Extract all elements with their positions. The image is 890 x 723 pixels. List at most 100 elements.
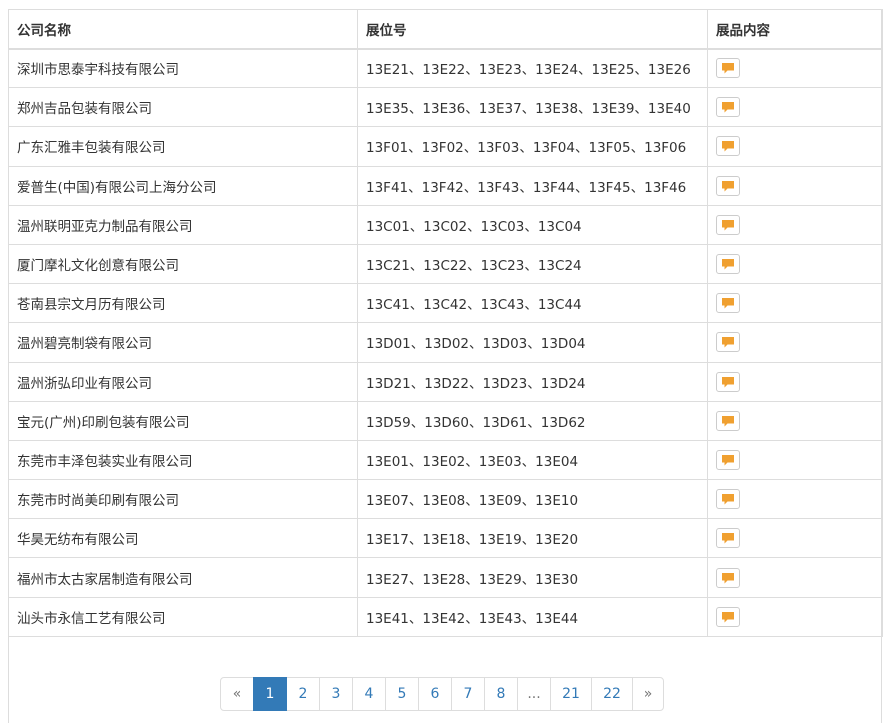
comment-icon [722, 298, 734, 309]
booth-number-cell: 13E17、13E18、13E19、13E20 [357, 518, 708, 559]
comment-icon [722, 533, 734, 544]
company-name-cell: 温州浙弘印业有限公司 [8, 361, 358, 402]
comment-icon [722, 376, 734, 388]
pagination-page-2[interactable]: 2 [286, 677, 320, 711]
table-row: 东莞市丰泽包装实业有限公司 13E01、13E02、13E03、13E04 [8, 439, 883, 481]
company-name-cell: 深圳市思泰宇科技有限公司 [8, 47, 358, 89]
view-products-button[interactable] [716, 528, 740, 549]
view-products-button[interactable] [716, 332, 740, 353]
products-cell [707, 361, 883, 402]
table-row: 温州联明亚克力制品有限公司 13C01、13C02、13C03、13C04 [8, 204, 883, 245]
table-row: 温州浙弘印业有限公司 13D21、13D22、13D23、13D24 [8, 361, 883, 402]
view-products-button[interactable] [716, 136, 740, 157]
products-cell [707, 87, 883, 128]
comment-icon [722, 337, 734, 348]
products-cell [707, 322, 883, 363]
comment-icon [722, 219, 734, 231]
view-products-button[interactable] [716, 175, 740, 196]
company-name-cell: 温州联明亚克力制品有限公司 [8, 204, 358, 245]
comment-icon [722, 180, 734, 192]
booth-number-cell: 13E07、13E08、13E09、13E10 [357, 479, 708, 520]
view-products-button[interactable] [716, 214, 740, 235]
table-row: 广东汇雅丰包装有限公司 13F01、13F02、13F03、13F04、13F05… [8, 126, 883, 167]
company-name-cell: 福州市太古家居制造有限公司 [8, 557, 358, 598]
view-products-button[interactable] [716, 58, 740, 79]
booth-number-cell: 13C01、13C02、13C03、13C04 [357, 204, 708, 245]
booth-number-cell: 13D21、13D22、13D23、13D24 [357, 361, 708, 402]
booth-number-cell: 13F01、13F02、13F03、13F04、13F05、13F06 [357, 126, 708, 167]
booth-number-cell: 13C41、13C42、13C43、13C44 [357, 283, 708, 324]
products-cell [707, 165, 883, 206]
comment-icon [722, 415, 734, 427]
products-cell [707, 518, 883, 559]
comment-icon [722, 102, 734, 113]
view-products-button[interactable] [716, 293, 740, 314]
comment-icon [722, 454, 734, 466]
table-body: 深圳市思泰宇科技有限公司 13E21、13E22、13E23、13E24、13E2… [8, 47, 883, 637]
booth-number-cell: 13D01、13D02、13D03、13D04 [357, 322, 708, 363]
view-products-button[interactable] [716, 606, 740, 627]
booth-number-cell: 13C21、13C22、13C23、13C24 [357, 243, 708, 285]
products-cell [707, 243, 883, 285]
pagination-page-6[interactable]: 6 [418, 677, 452, 711]
view-products-button[interactable] [716, 410, 740, 431]
table-row: 爱普生(中国)有限公司上海分公司 13F41、13F42、13F43、13F44、… [8, 165, 883, 206]
view-products-button[interactable] [716, 489, 740, 510]
table-row: 厦门摩礼文化创意有限公司 13C21、13C22、13C23、13C24 [8, 243, 883, 285]
table-row: 苍南县宗文月历有限公司 13C41、13C42、13C43、13C44 [8, 283, 883, 324]
comment-icon [722, 259, 734, 270]
booth-number-cell: 13E21、13E22、13E23、13E24、13E25、13E26 [357, 47, 708, 89]
pagination-ellipsis: ... [517, 677, 551, 711]
products-cell [707, 126, 883, 167]
company-name-cell: 温州碧亮制袋有限公司 [8, 322, 358, 363]
pagination-page-1[interactable]: 1 [253, 677, 287, 711]
view-products-button[interactable] [716, 567, 740, 588]
products-cell [707, 557, 883, 598]
pagination-page-21[interactable]: 21 [550, 677, 592, 711]
pagination-next[interactable]: » [632, 677, 664, 711]
comment-icon [722, 611, 734, 623]
company-name-cell: 东莞市丰泽包装实业有限公司 [8, 439, 358, 481]
pagination-page-8[interactable]: 8 [484, 677, 518, 711]
products-column-header: 展品内容 [707, 9, 883, 50]
company-name-cell: 华昊无纺布有限公司 [8, 518, 358, 559]
company-name-cell: 爱普生(中国)有限公司上海分公司 [8, 165, 358, 206]
table-row: 东莞市时尚美印刷有限公司 13E07、13E08、13E09、13E10 [8, 479, 883, 520]
header-row: 公司名称 展位号 展品内容 [8, 9, 883, 50]
table-row: 温州碧亮制袋有限公司 13D01、13D02、13D03、13D04 [8, 322, 883, 363]
products-cell [707, 283, 883, 324]
booth-number-cell: 13E27、13E28、13E29、13E30 [357, 557, 708, 598]
pagination-prev[interactable]: « [220, 677, 254, 711]
pagination-page-4[interactable]: 4 [352, 677, 386, 711]
exhibitor-panel: 公司名称 展位号 展品内容 深圳市思泰宇科技有限公司 13E21、13E22、13… [8, 9, 883, 723]
view-products-button[interactable] [716, 371, 740, 392]
pagination-page-5[interactable]: 5 [385, 677, 419, 711]
pagination-page-7[interactable]: 7 [451, 677, 485, 711]
view-products-button[interactable] [716, 254, 740, 275]
pagination: «1 2 3 4 5 6 7 8... 21 22» [220, 677, 664, 711]
products-cell [707, 439, 883, 481]
table-row: 郑州吉品包装有限公司 13E35、13E36、13E37、13E38、13E39、… [8, 87, 883, 128]
company-column-header: 公司名称 [8, 9, 358, 50]
pagination-page-3[interactable]: 3 [319, 677, 353, 711]
company-name-cell: 厦门摩礼文化创意有限公司 [8, 243, 358, 285]
pagination-page-22[interactable]: 22 [591, 677, 633, 711]
table-row: 华昊无纺布有限公司 13E17、13E18、13E19、13E20 [8, 518, 883, 559]
table-row: 宝元(广州)印刷包装有限公司 13D59、13D60、13D61、13D62 [8, 400, 883, 441]
products-cell [707, 596, 883, 637]
exhibitor-table: 公司名称 展位号 展品内容 深圳市思泰宇科技有限公司 13E21、13E22、13… [8, 9, 883, 637]
view-products-button[interactable] [716, 449, 740, 470]
booth-number-cell: 13E35、13E36、13E37、13E38、13E39、13E40 [357, 87, 708, 128]
comment-icon [722, 494, 734, 505]
company-name-cell: 宝元(广州)印刷包装有限公司 [8, 400, 358, 441]
table-row: 汕头市永信工艺有限公司 13E41、13E42、13E43、13E44 [8, 596, 883, 637]
products-cell [707, 479, 883, 520]
company-name-cell: 东莞市时尚美印刷有限公司 [8, 479, 358, 520]
table-row: 福州市太古家居制造有限公司 13E27、13E28、13E29、13E30 [8, 557, 883, 598]
company-name-cell: 郑州吉品包装有限公司 [8, 87, 358, 128]
booth-number-cell: 13E01、13E02、13E03、13E04 [357, 439, 708, 481]
booth-number-cell: 13D59、13D60、13D61、13D62 [357, 400, 708, 441]
comment-icon [722, 141, 734, 152]
booth-number-cell: 13F41、13F42、13F43、13F44、13F45、13F46 [357, 165, 708, 206]
view-products-button[interactable] [716, 97, 740, 118]
